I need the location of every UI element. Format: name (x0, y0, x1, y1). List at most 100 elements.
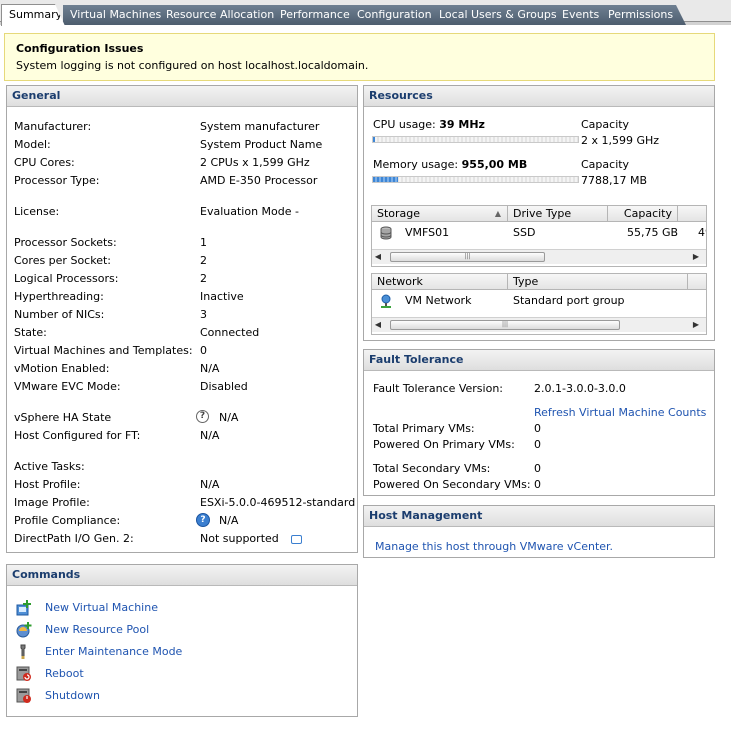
scroll-thumb[interactable]: ||| (390, 252, 545, 262)
general-row-value: N/A (200, 429, 219, 442)
ft-powered-primary-value: 0 (534, 438, 541, 451)
refresh-vm-counts-link[interactable]: Refresh Virtual Machine Counts (534, 406, 706, 419)
storage-row[interactable]: VMFS01 SSD 55,75 GB 49 (372, 223, 706, 243)
general-row-value-text: N/A (219, 514, 239, 527)
general-row-label: Host Profile: (14, 478, 81, 491)
general-row-label: Processor Type: (14, 174, 100, 187)
general-row-value-text: System Product Name (200, 138, 323, 151)
new-vm-icon (16, 600, 31, 616)
comment-icon[interactable] (290, 534, 302, 544)
issues-title: Configuration Issues (16, 42, 144, 55)
general-row-value: ESXi-5.0.0-469512-standard (200, 496, 355, 509)
general-row-label: Host Configured for FT: (14, 429, 141, 442)
general-row-label: Virtual Machines and Templates: (14, 344, 193, 357)
general-row-value-text: 2 (200, 254, 207, 267)
tab-resource-allocation[interactable]: Resource Allocation (159, 5, 283, 25)
network-column-header[interactable]: Network (372, 274, 508, 290)
tab-configuration[interactable]: Configuration (350, 5, 442, 25)
general-row-label: Cores per Socket: (14, 254, 111, 267)
cpu-usage-label: CPU usage: (373, 118, 436, 131)
tab-virtual-machines[interactable]: Virtual Machines (63, 5, 169, 25)
general-row-value: AMD E-350 Processor (200, 174, 317, 187)
general-row-label: Hyperthreading: (14, 290, 104, 303)
storage-name: VMFS01 (405, 226, 450, 239)
general-row-value-text: N/A (200, 362, 220, 375)
general-row-value: 2 (200, 272, 207, 285)
network-row[interactable]: VM Network Standard port group (372, 291, 706, 311)
general-row-value-text: Connected (200, 326, 260, 339)
ft-powered-secondary-label: Powered On Secondary VMs: (373, 478, 531, 491)
memory-capacity-value: 7788,17 MB (581, 174, 648, 187)
network-horizontal-scrollbar[interactable]: ◀ ||| ▶ (372, 317, 706, 332)
network-type: Standard port group (513, 294, 625, 307)
general-row-label: vSphere HA State (14, 411, 112, 424)
host-management-panel-title: Host Management (364, 506, 714, 527)
configuration-issues-banner: Configuration Issues System logging is n… (4, 33, 715, 81)
shutdown-icon (16, 688, 31, 703)
tab-performance[interactable]: Performance (273, 5, 360, 25)
general-row-label: Processor Sockets: (14, 236, 117, 249)
general-row-value: System Product Name (200, 138, 322, 151)
general-row-value: 2 CPUs x 1,599 GHz (200, 156, 310, 169)
scroll-right-arrow-icon[interactable]: ▶ (690, 250, 702, 264)
storage-capacity: 55,75 GB (627, 226, 679, 239)
tab-local-users-groups[interactable]: Local Users & Groups (432, 5, 565, 25)
general-row-value-text: Inactive (200, 290, 244, 303)
command-label: Reboot (45, 667, 84, 680)
general-row-value: 0 (200, 344, 207, 357)
help-icon[interactable]: ? (196, 410, 209, 423)
storage-column-header[interactable]: Storage ▲ (372, 206, 508, 222)
scroll-right-arrow-icon[interactable]: ▶ (690, 318, 702, 332)
scroll-thumb[interactable]: ||| (390, 320, 620, 330)
general-row-value-text: System manufacturer (200, 120, 320, 133)
storage-grid: Storage ▲ Drive Type Capacity VMFS01 SSD… (371, 205, 707, 267)
type-column-header[interactable]: Type (508, 274, 688, 290)
general-row-value: 1 (200, 236, 207, 249)
general-row-value-text: AMD E-350 Processor (200, 174, 318, 187)
general-row-value-text: 3 (200, 308, 207, 321)
commands-panel-title: Commands (7, 565, 357, 586)
extra-column-header[interactable] (688, 274, 706, 290)
general-row-value: Connected (200, 326, 259, 339)
help-icon[interactable]: ? (196, 513, 210, 527)
fault-tolerance-panel-title: Fault Tolerance (364, 350, 714, 371)
resources-panel: Resources CPU usage: 39 MHz Capacity 2 x… (363, 85, 715, 341)
network-grid: Network Type VM Network Standard port gr… (371, 273, 707, 335)
general-row-label: License: (14, 205, 60, 218)
issues-message: System logging is not configured on host… (16, 59, 369, 72)
general-row-label: Logical Processors: (14, 272, 119, 285)
manage-via-vcenter-link[interactable]: Manage this host through VMware vCenter. (375, 540, 613, 553)
ft-powered-secondary-value: 0 (534, 478, 541, 491)
general-row-label: DirectPath I/O Gen. 2: (14, 532, 134, 545)
memory-usage-label: Memory usage: (373, 158, 459, 171)
general-row-value-text: 2 CPUs x 1,599 GHz (200, 156, 310, 169)
general-row-label: CPU Cores: (14, 156, 75, 169)
general-row-value-text: ESXi-5.0.0-469512-standard (200, 496, 356, 509)
scroll-left-arrow-icon[interactable]: ◀ (372, 250, 384, 264)
general-row-value: 2 (200, 254, 207, 267)
general-row-value-text: N/A (200, 478, 220, 491)
general-row-value-text: 1 (200, 236, 207, 249)
general-row-value-text: 2 (200, 272, 207, 285)
general-row-value-text: Evaluation Mode - (200, 205, 299, 218)
cpu-capacity-label: Capacity (581, 118, 630, 131)
cpu-capacity-value: 2 x 1,599 GHz (581, 134, 660, 147)
general-row-value: Evaluation Mode - (200, 205, 299, 218)
ft-total-primary-label: Total Primary VMs: (373, 422, 475, 435)
drive-type-column-header[interactable]: Drive Type (508, 206, 608, 222)
fault-tolerance-panel: Fault Tolerance Fault Tolerance Version:… (363, 349, 715, 496)
storage-header-label: Storage (377, 207, 421, 220)
general-row-value: Not supported (200, 532, 302, 545)
general-row-label: Image Profile: (14, 496, 90, 509)
general-row-value-text: N/A (219, 411, 239, 424)
tab-summary[interactable]: Summary (1, 4, 65, 26)
tab-permissions[interactable]: Permissions (601, 5, 686, 25)
extra-column-header[interactable] (678, 206, 706, 222)
general-row-value: N/A (219, 514, 238, 527)
scroll-left-arrow-icon[interactable]: ◀ (372, 318, 384, 332)
reboot-icon (16, 666, 31, 681)
cpu-usage-value: 39 MHz (439, 118, 485, 131)
general-row-label: VMware EVC Mode: (14, 380, 121, 393)
storage-horizontal-scrollbar[interactable]: ◀ ||| ▶ (372, 249, 706, 264)
capacity-column-header[interactable]: Capacity (608, 206, 678, 222)
